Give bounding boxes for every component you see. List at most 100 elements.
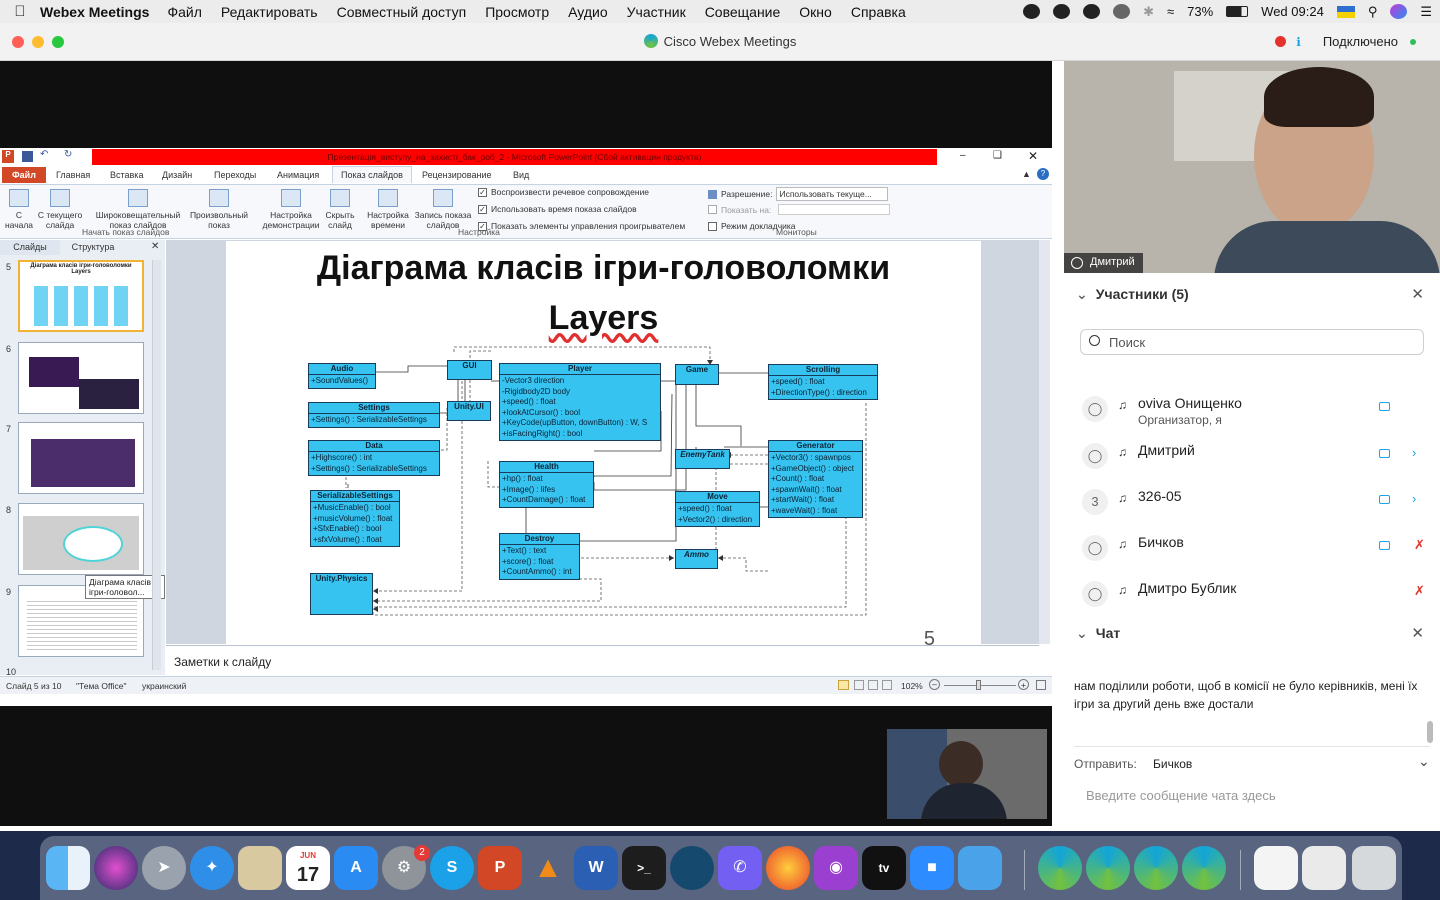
menu-meeting[interactable]: Совещание: [705, 4, 781, 20]
ppt-tab-slideshow[interactable]: Показ слайдов: [332, 166, 412, 183]
ppt-help-icon[interactable]: ?: [1037, 168, 1049, 180]
participant-row[interactable]: ◯ ♫ Дмитро Бублик ✗: [1064, 573, 1440, 619]
chevron-right-icon[interactable]: ›: [1412, 445, 1416, 460]
wifi-icon[interactable]: ≈: [1167, 4, 1174, 19]
spotlight-search-icon[interactable]: ⚲: [1368, 4, 1378, 20]
documents-icon[interactable]: [1302, 846, 1346, 890]
apple-tv-icon[interactable]: tv: [862, 846, 906, 890]
connection-status[interactable]: ℹ Подключено: [1275, 34, 1416, 49]
status-theme[interactable]: "Тема Office": [76, 681, 126, 691]
chat-message-input[interactable]: Введите сообщение чата здесь: [1086, 788, 1276, 803]
participants-close-icon[interactable]: ✕: [1411, 285, 1424, 303]
trash-icon[interactable]: [1352, 846, 1396, 890]
ppt-minimize-icon[interactable]: –: [960, 150, 966, 161]
view-reading-icon[interactable]: [868, 680, 878, 690]
menu-participant[interactable]: Участник: [627, 4, 686, 20]
zoom-in-icon[interactable]: +: [1018, 679, 1029, 690]
participants-collapse-icon[interactable]: ⌄: [1076, 286, 1088, 302]
menu-edit[interactable]: Редактировать: [221, 4, 318, 20]
uml-class-game[interactable]: Game: [675, 364, 719, 385]
uml-class-gui[interactable]: GUI: [447, 360, 492, 380]
slide-notes[interactable]: Заметки к слайду: [166, 645, 1039, 675]
ppt-tab-file[interactable]: Файл: [2, 167, 46, 183]
preview-icon[interactable]: [238, 846, 282, 890]
chevron-right-icon[interactable]: ›: [1412, 491, 1416, 506]
podcasts-icon[interactable]: ◉: [814, 846, 858, 890]
powerpoint-icon[interactable]: P: [478, 846, 522, 890]
vlc-icon[interactable]: ▲: [526, 846, 570, 890]
uml-class-enemytank[interactable]: EnemyTank: [675, 449, 730, 469]
ppt-tab-review[interactable]: Рецензирование: [422, 170, 492, 180]
app-store-icon[interactable]: A: [334, 846, 378, 890]
apple-menu-icon[interactable]: : [0, 3, 40, 20]
uml-class-unity-physics[interactable]: Unity.Physics: [310, 573, 373, 615]
from-beginning-button[interactable]: С начала: [3, 189, 35, 230]
ppt-save-icon[interactable]: [22, 151, 33, 162]
from-current-button[interactable]: С текущего слайда: [36, 189, 84, 230]
bluetooth-icon[interactable]: ✱: [1143, 4, 1154, 20]
webex-icon[interactable]: [1134, 846, 1178, 890]
video-on-icon[interactable]: [1379, 449, 1390, 458]
video-on-icon[interactable]: [1379, 402, 1390, 411]
files-icon[interactable]: [958, 846, 1002, 890]
zoom-level[interactable]: 102%: [901, 681, 923, 691]
menu-share[interactable]: Совместный доступ: [337, 4, 467, 20]
uml-class-data[interactable]: Data +Highscore() : int +Settings() : Ser…: [308, 440, 440, 476]
notification-center-icon[interactable]: ☰: [1420, 4, 1432, 20]
rehearse-timings-button[interactable]: Настройка времени: [360, 189, 416, 230]
terminal-icon[interactable]: >_: [622, 846, 666, 890]
slide-thumbnail-7[interactable]: [18, 422, 144, 494]
webex-icon[interactable]: [1086, 846, 1130, 890]
participant-row[interactable]: ◯ ♫ oviva Онищенко Организатор, я: [1064, 388, 1440, 434]
ppt-tab-animation[interactable]: Анимация: [277, 170, 319, 180]
recipient-select[interactable]: Бичков: [1153, 757, 1192, 771]
slide-thumbnail-5[interactable]: Діаграма класів ігри-головоломки Layers: [18, 260, 144, 332]
slide-vertical-scrollbar[interactable]: [1039, 240, 1050, 644]
input-source-flag-icon[interactable]: [1336, 5, 1355, 18]
setup-show-button[interactable]: Настройка демонстрации: [258, 189, 324, 230]
siri-status-icon[interactable]: [1390, 4, 1408, 19]
screen-share-status-icon[interactable]: [1113, 4, 1131, 19]
menu-file[interactable]: Файл: [167, 4, 201, 20]
chat-collapse-icon[interactable]: ⌄: [1076, 625, 1088, 641]
ppt-restore-icon[interactable]: ❑: [993, 150, 1002, 161]
show-on-select[interactable]: [778, 204, 891, 215]
uml-class-player[interactable]: Player -Vector3 direction -Rigidbody2D bo…: [499, 363, 661, 441]
uml-class-ammo[interactable]: Ammo: [675, 549, 718, 569]
calendar-icon[interactable]: JUN 17: [286, 846, 330, 890]
ppt-redo-icon[interactable]: ↻: [64, 149, 72, 160]
custom-show-button[interactable]: Произвольный показ: [186, 189, 252, 230]
siri-icon[interactable]: [94, 846, 138, 890]
ppt-undo-icon[interactable]: ↶: [40, 149, 48, 160]
zoom-out-icon[interactable]: –: [929, 679, 940, 690]
view-normal-icon[interactable]: [838, 680, 849, 690]
timings-checkbox[interactable]: ✓ Использовать время показа слайдов: [478, 204, 637, 214]
uml-class-health[interactable]: Health +hp() : float +Image() : lifes +Cou…: [499, 461, 594, 508]
launchpad-icon[interactable]: ➤: [142, 846, 186, 890]
tab-outline[interactable]: Структура: [62, 240, 124, 255]
uml-class-destroy[interactable]: Destroy +Text() : text +score() : float +C…: [499, 533, 580, 580]
uml-class-serializable-settings[interactable]: SerializableSettings +MusicEnable() : bo…: [310, 490, 400, 547]
battery-icon[interactable]: [1226, 6, 1249, 17]
menu-window[interactable]: Окно: [799, 4, 832, 20]
slide-thumbnail-8[interactable]: [18, 503, 144, 575]
chat-close-icon[interactable]: ✕: [1411, 624, 1424, 642]
slide-thumbnail-6[interactable]: [18, 342, 144, 414]
chat-scrollbar[interactable]: [1427, 721, 1433, 743]
ppt-close-icon[interactable]: ✕: [1028, 149, 1038, 163]
muted-mic-icon[interactable]: ✗: [1414, 537, 1425, 553]
active-speaker-video[interactable]: [1064, 61, 1440, 273]
uml-class-scrolling[interactable]: Scrolling +speed() : float +DirectionType…: [768, 364, 878, 400]
skype-status-icon[interactable]: [1023, 4, 1041, 19]
participant-row[interactable]: 3 ♫ 326-05 ›: [1064, 481, 1440, 527]
video-on-icon[interactable]: [1379, 495, 1390, 504]
webex-status-icon[interactable]: [1083, 4, 1101, 19]
viber-icon[interactable]: ✆: [718, 846, 762, 890]
recording-icon[interactable]: [1275, 36, 1287, 47]
menu-app-name[interactable]: Webex Meetings: [40, 4, 149, 20]
ppt-tab-design[interactable]: Дизайн: [162, 170, 192, 180]
webex-icon[interactable]: [1182, 846, 1226, 890]
view-sorter-icon[interactable]: [854, 680, 864, 690]
hide-slide-button[interactable]: Скрыть слайд: [324, 189, 356, 230]
close-pane-icon[interactable]: ✕: [151, 241, 159, 252]
